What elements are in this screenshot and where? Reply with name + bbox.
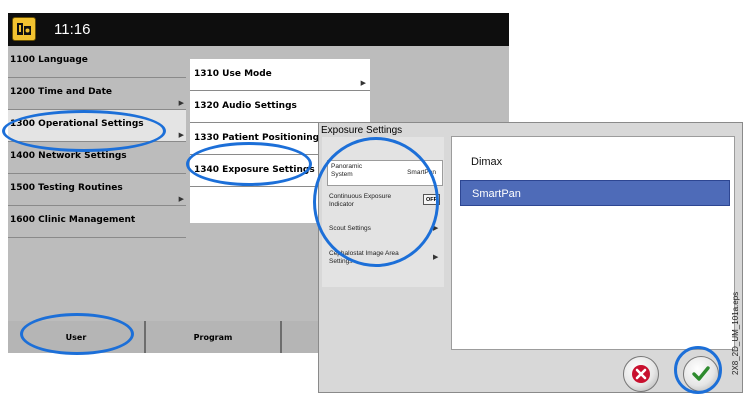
exposure-settings-dialog: Exposure Settings Panoramic System Smart…: [318, 122, 743, 393]
menu-item-clinic-management[interactable]: 1600 Clinic Management: [8, 206, 186, 238]
setting-continuous-exposure-label1: Continuous Exposure: [329, 193, 392, 200]
option-label: Dimax: [471, 156, 503, 168]
top-bar: 11:16: [8, 13, 509, 46]
tab-user[interactable]: User: [8, 321, 144, 353]
dialog-title: Exposure Settings: [321, 125, 403, 136]
checkmark-icon: [692, 366, 710, 381]
main-menu: 1100 Language 1200 Time and Date ▶ 1300 …: [8, 46, 186, 238]
setting-label-line1: Panoramic: [331, 163, 363, 170]
tab-program[interactable]: Program: [144, 321, 280, 353]
tab-label: Program: [193, 333, 233, 342]
setting-cephalostat-image-area[interactable]: Cephalostat Image Area Settings ▶: [322, 247, 444, 269]
menu-item-operational-settings[interactable]: 1300 Operational Settings ▶: [8, 110, 186, 142]
close-x-icon: [632, 365, 650, 383]
setting-value: SmartPan: [407, 169, 436, 176]
chevron-right-icon: ▶: [433, 254, 439, 261]
menu-item-testing-routines[interactable]: 1500 Testing Routines ▶: [8, 174, 186, 206]
setting-label-line1: Cephalostat Image Area: [329, 250, 399, 257]
chevron-right-icon: ▶: [178, 99, 184, 107]
menu-item-label: 1200 Time and Date: [10, 87, 113, 97]
menu-item-label: 1100 Language: [10, 55, 88, 65]
menu-item-language[interactable]: 1100 Language: [8, 46, 186, 78]
menu-item-time-and-date[interactable]: 1200 Time and Date ▶: [8, 78, 186, 110]
cancel-button[interactable]: [623, 356, 659, 392]
menu-item-label: 1600 Clinic Management: [10, 215, 136, 225]
chevron-right-icon: ▶: [433, 225, 439, 232]
setting-label-line2: Settings: [329, 258, 353, 265]
chevron-right-icon: ▶: [178, 195, 184, 203]
tab-label: User: [65, 333, 87, 342]
figure-code: 2X8_2D_UM_101a.eps: [731, 291, 740, 375]
menu-item-label: 1300 Operational Settings: [10, 119, 144, 129]
menu-item-network-settings[interactable]: 1400 Network Settings: [8, 142, 186, 174]
confirm-button[interactable]: [683, 356, 719, 392]
setting-panoramic-system[interactable]: Panoramic System SmartPan: [327, 160, 443, 186]
chevron-right-icon: ▶: [178, 131, 184, 139]
submenu-item-label: 1320 Audio Settings: [194, 101, 297, 111]
setting-scout-settings[interactable]: Scout Settings ▶: [322, 221, 444, 237]
option-label: SmartPan: [472, 188, 521, 200]
setting-label: Scout Settings: [329, 225, 371, 232]
submenu-item-audio-settings[interactable]: 1320 Audio Settings: [190, 91, 370, 123]
setting-continuous-exposure-label2: Indicator: [329, 201, 354, 208]
chevron-right-icon: ▶: [360, 79, 366, 87]
submenu-item-label: 1330 Patient Positioning: [194, 133, 320, 143]
setting-label-line2: System: [331, 171, 353, 178]
submenu-item-label: 1310 Use Mode: [194, 69, 272, 79]
option-smartpan[interactable]: SmartPan: [460, 180, 730, 206]
panoramic-system-options: Dimax SmartPan: [451, 136, 735, 350]
submenu-item-label: 1340 Exposure Settings: [194, 165, 315, 175]
menu-item-label: 1400 Network Settings: [10, 151, 127, 161]
exposure-settings-list: Panoramic System SmartPan Continuous Exp…: [322, 137, 444, 287]
clock-time: 11:16: [54, 21, 91, 38]
panoramic-unit-icon[interactable]: [12, 17, 36, 41]
continuous-exposure-toggle[interactable]: OFF: [423, 194, 440, 205]
menu-item-label: 1500 Testing Routines: [10, 183, 123, 193]
option-dimax[interactable]: Dimax: [460, 149, 730, 175]
submenu-item-use-mode[interactable]: 1310 Use Mode ▶: [190, 59, 370, 91]
